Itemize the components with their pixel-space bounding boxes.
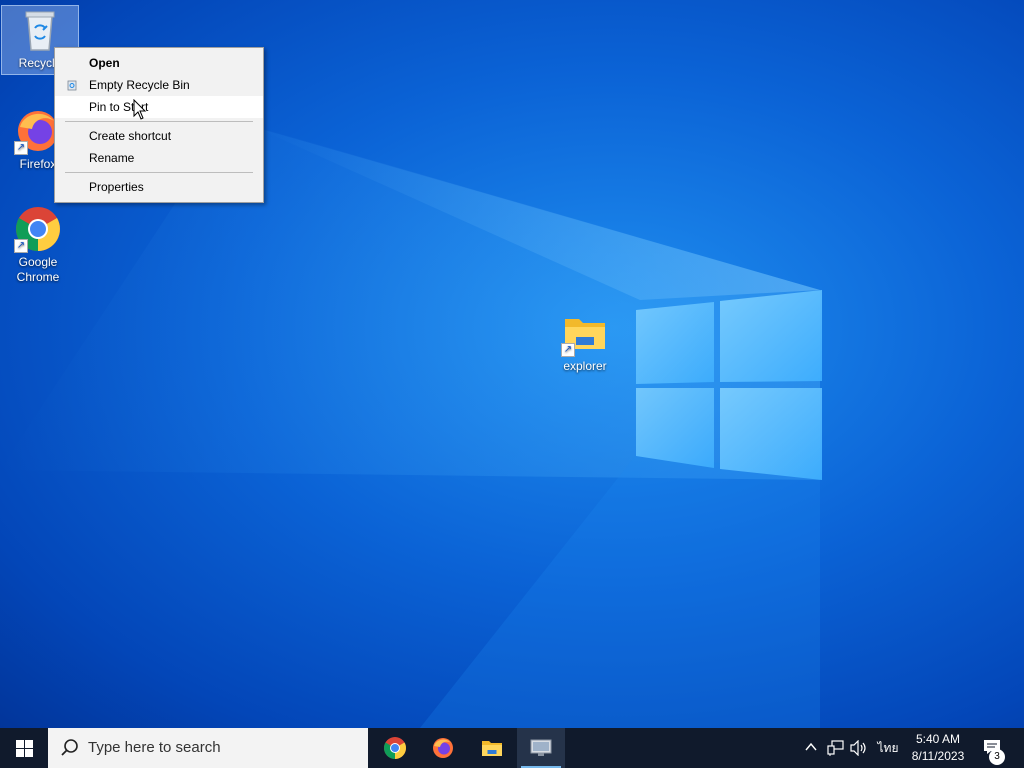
desktop-icon-label: explorer — [563, 359, 607, 373]
taskbar-search-box[interactable]: Type here to search — [48, 728, 368, 768]
monitor-icon — [530, 739, 552, 756]
shortcut-arrow-icon: ↗ — [14, 141, 28, 155]
desktop-icon-label-line1: Google — [18, 255, 58, 269]
shortcut-arrow-icon: ↗ — [561, 343, 575, 357]
menu-separator — [65, 172, 253, 173]
menu-item-label: Empty Recycle Bin — [89, 78, 190, 92]
windows-logo-wallpaper — [636, 290, 822, 480]
desktop[interactable]: Recycle ↗ Firefox ↗ Google Chrome ↗ expl… — [0, 0, 1024, 728]
menu-item-pin-to-start[interactable]: Pin to Start — [55, 96, 263, 118]
network-status-button[interactable] — [824, 728, 846, 768]
menu-item-label: Properties — [89, 180, 144, 194]
recycle-bin-small-icon — [67, 80, 77, 91]
start-button[interactable] — [0, 728, 48, 768]
notification-count-badge: 3 — [989, 749, 1005, 765]
clock-date: 8/11/2023 — [911, 749, 965, 763]
chrome-icon — [384, 737, 406, 759]
taskbar-app-monitor[interactable] — [517, 728, 565, 768]
search-icon — [61, 739, 78, 756]
desktop-icon-explorer[interactable]: ↗ explorer — [547, 309, 623, 374]
menu-item-empty-recycle-bin[interactable]: Empty Recycle Bin — [55, 74, 263, 96]
clock-time: 5:40 AM — [915, 732, 961, 746]
speaker-icon — [850, 740, 866, 756]
chrome-icon: ↗ — [14, 205, 62, 253]
search-placeholder: Type here to search — [88, 739, 221, 756]
taskbar-app-file-explorer[interactable] — [468, 728, 516, 768]
chevron-up-icon — [805, 742, 817, 751]
context-menu: Open Empty Recycle Bin Pin to Start Crea… — [54, 47, 264, 203]
language-label: ไทย — [877, 741, 899, 755]
volume-button[interactable] — [848, 728, 870, 768]
menu-item-label: Rename — [89, 151, 135, 165]
desktop-icon-label-line2: Chrome — [16, 270, 60, 284]
menu-item-open[interactable]: Open — [55, 52, 263, 74]
taskbar-app-firefox[interactable] — [419, 728, 467, 768]
taskbar-app-chrome[interactable] — [371, 728, 419, 768]
show-hidden-icons-button[interactable] — [802, 728, 820, 768]
show-desktop-button[interactable] — [1016, 728, 1024, 768]
mouse-cursor-icon — [133, 99, 147, 120]
menu-separator — [65, 121, 253, 122]
taskbar: Type here to search ไทย 5:40 AM 8/11/202… — [0, 728, 1024, 768]
shortcut-arrow-icon: ↗ — [14, 239, 28, 253]
menu-item-label: Create shortcut — [89, 129, 172, 143]
clock[interactable]: 5:40 AM 8/11/2023 — [905, 728, 971, 771]
windows-start-icon — [16, 740, 33, 757]
folder-icon — [482, 741, 502, 756]
menu-item-label: Open — [89, 56, 120, 70]
firefox-icon — [433, 738, 453, 758]
menu-item-rename[interactable]: Rename — [55, 147, 263, 169]
menu-item-create-shortcut[interactable]: Create shortcut — [55, 125, 263, 147]
folder-icon: ↗ — [561, 309, 609, 357]
desktop-icon-google-chrome[interactable]: ↗ Google Chrome — [0, 205, 76, 285]
menu-item-properties[interactable]: Properties — [55, 176, 263, 198]
network-wired-icon — [827, 740, 844, 756]
input-language-indicator[interactable]: ไทย — [874, 728, 902, 768]
